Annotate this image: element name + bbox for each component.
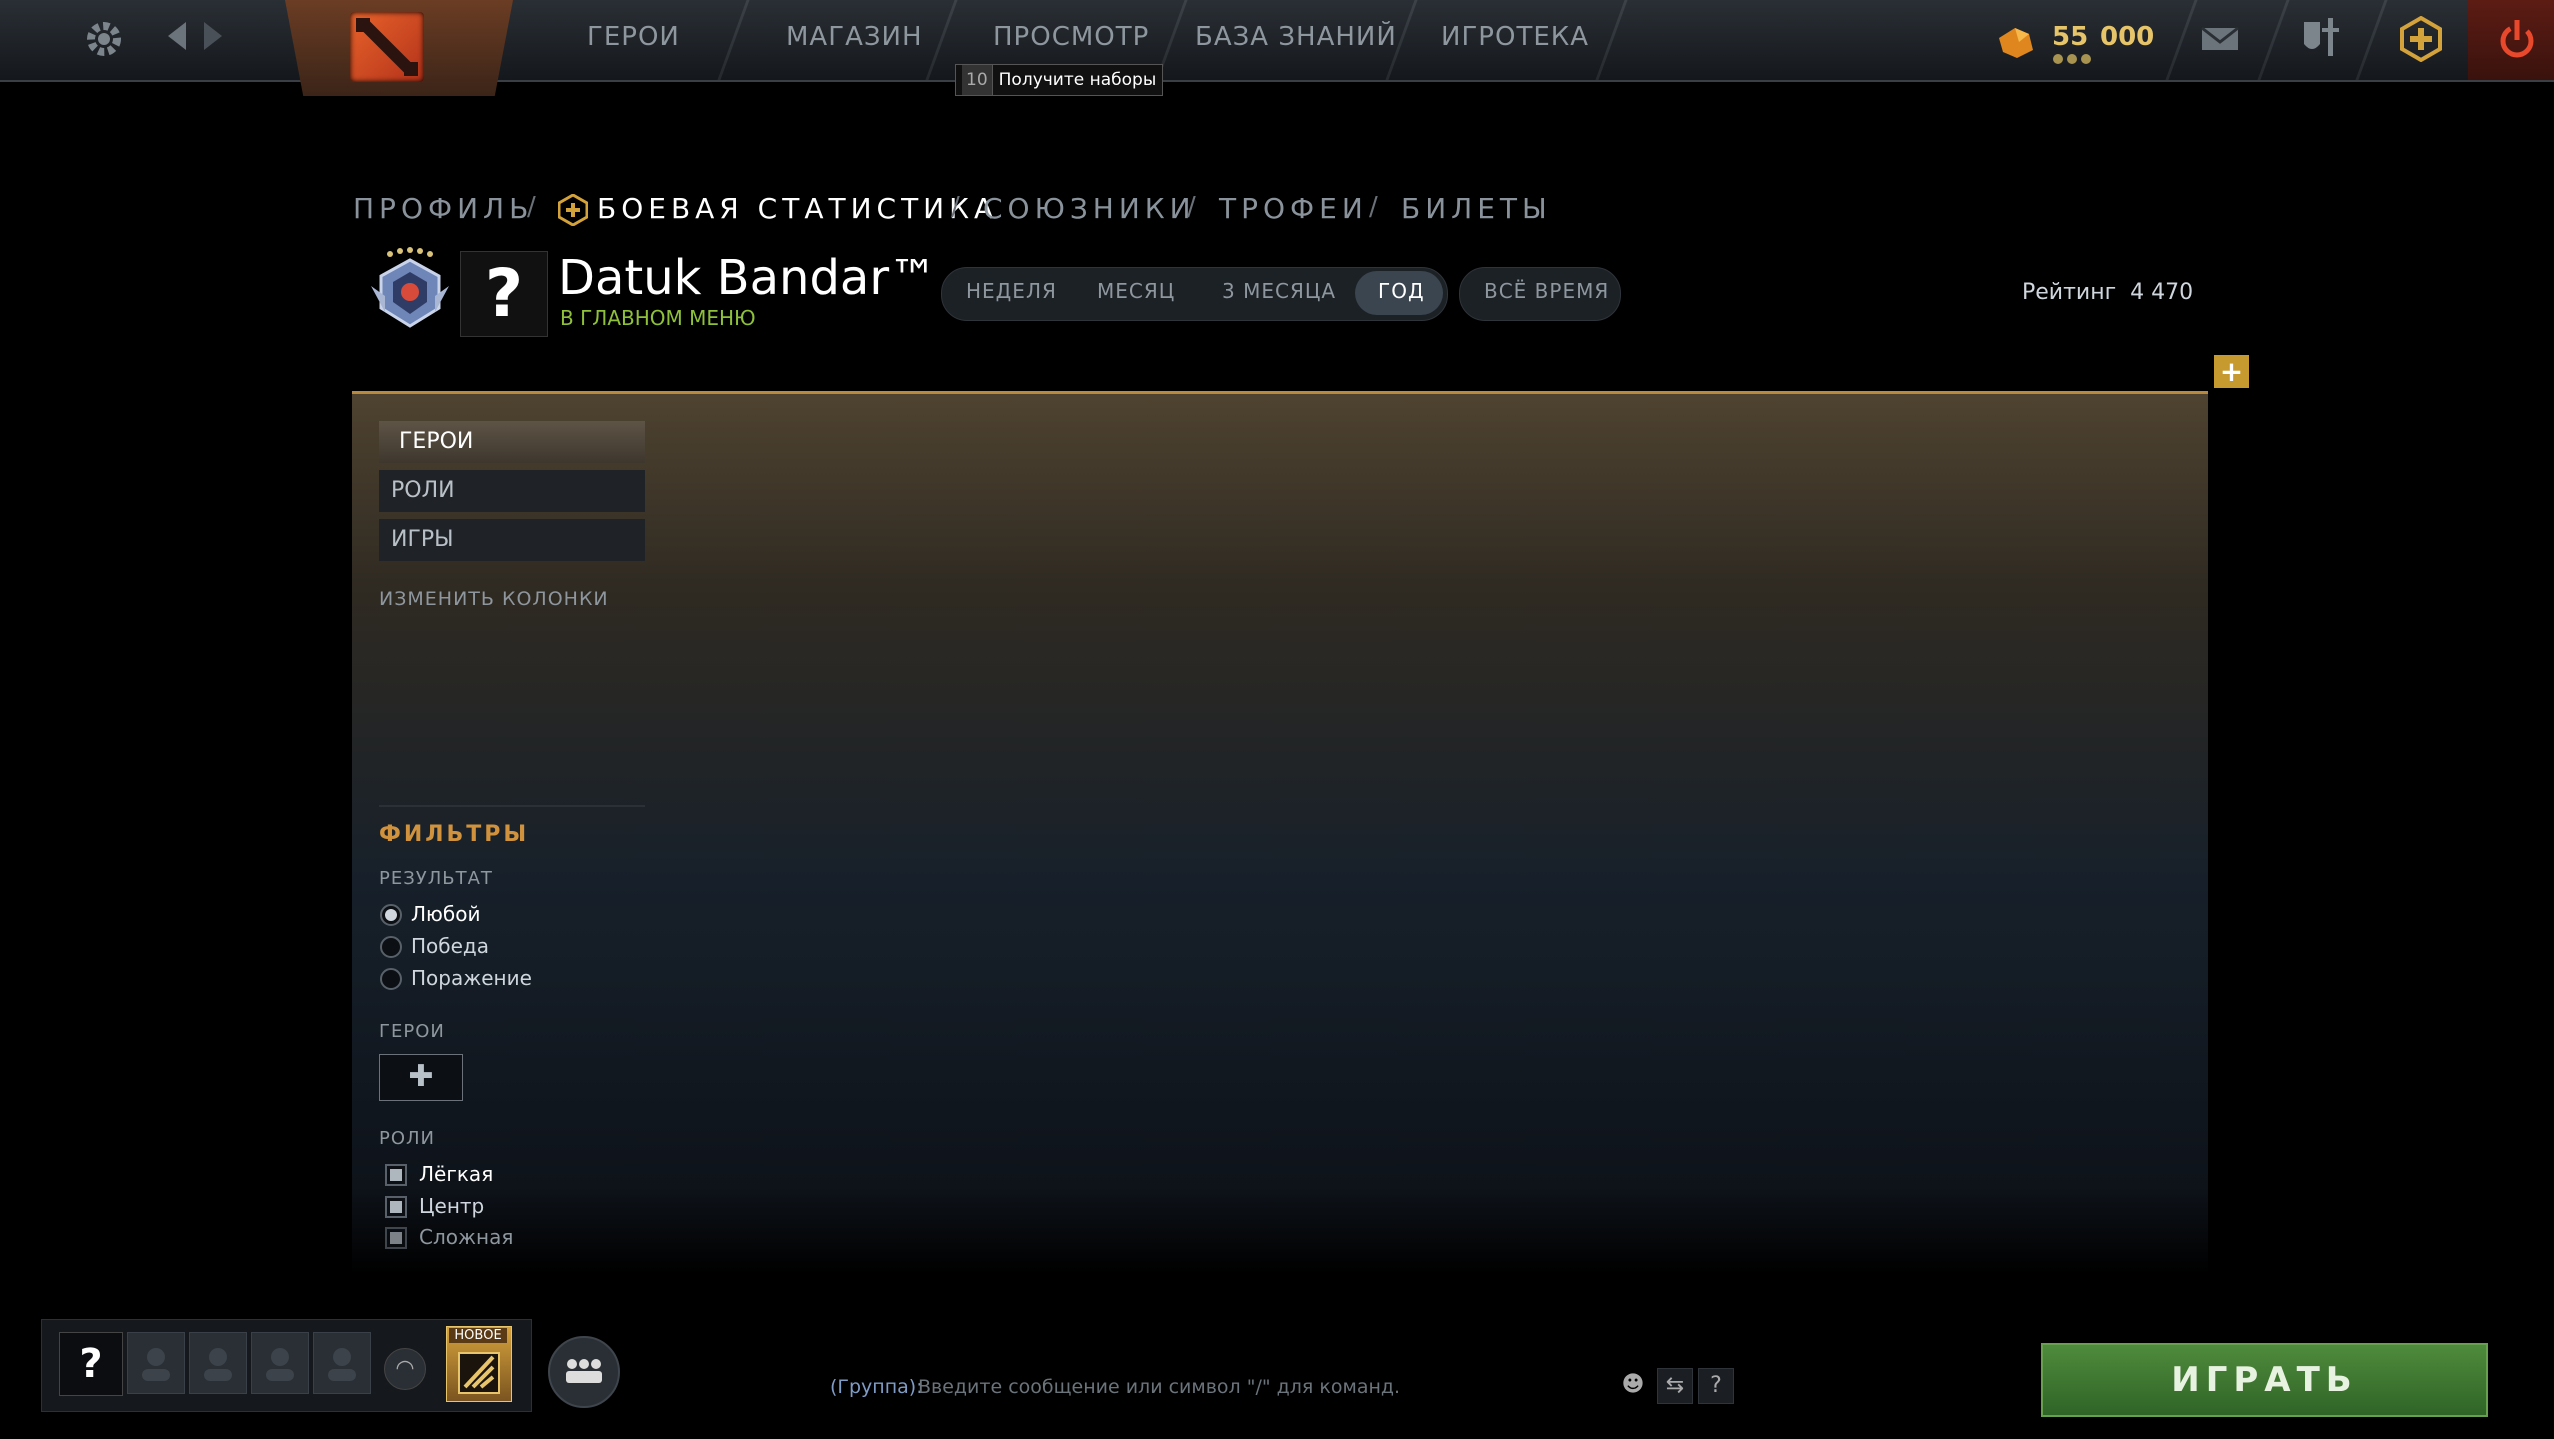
nav-learn[interactable]: БАЗА ЗНАНИЙ [1195, 22, 1397, 52]
add-hero-button[interactable]: ✚ [379, 1054, 463, 1101]
gear-icon[interactable] [84, 19, 124, 59]
mail-icon[interactable] [2200, 24, 2240, 54]
radio-any-label[interactable]: Любой [411, 902, 480, 926]
back-arrow-icon[interactable] [168, 22, 186, 50]
sidebar-item-games[interactable]: ИГРЫ [379, 519, 645, 561]
rank-medal-icon [365, 246, 455, 336]
filters-title: ФИЛЬТРЫ [379, 822, 530, 847]
sidebar-item-heroes[interactable]: ГЕРОИ [379, 421, 645, 463]
nav-heroes[interactable]: ГЕРОИ [587, 22, 680, 52]
sidebar-item-roles[interactable]: РОЛИ [379, 470, 645, 512]
party-slot-self[interactable]: ? [59, 1332, 123, 1396]
tab-3-months[interactable]: 3 МЕСЯЦА [1222, 279, 1336, 303]
dota-logo-icon[interactable] [350, 12, 424, 82]
power-icon [2500, 20, 2534, 58]
forward-arrow-icon[interactable] [204, 22, 222, 50]
coin-dots-icon [2052, 50, 2092, 64]
tab-month[interactable]: МЕСЯЦ [1097, 279, 1175, 303]
radio-loss[interactable] [380, 968, 402, 990]
expand-plus-button[interactable]: + [2214, 355, 2249, 388]
rating-label: Рейтинг [2022, 280, 2117, 305]
radio-loss-label[interactable]: Поражение [411, 966, 532, 990]
radio-win-label[interactable]: Победа [411, 934, 489, 958]
checkbox-safe-lane[interactable] [385, 1164, 407, 1186]
nav-watch[interactable]: ПРОСМОТР [993, 22, 1149, 52]
dota-plus-icon[interactable] [2400, 15, 2442, 63]
crumb-tickets[interactable]: БИЛЕТЫ [1401, 192, 1552, 225]
checkbox-safe-lane-label[interactable]: Лёгкая [419, 1162, 493, 1186]
avatar[interactable]: ? [460, 251, 548, 337]
roles-filter-label: РОЛИ [379, 1128, 436, 1149]
headset-icon[interactable]: ◠ [384, 1348, 426, 1390]
crumb-battle-stats[interactable]: БОЕВАЯ СТАТИСТИКА [597, 192, 998, 225]
divider [379, 805, 645, 807]
chat-channel-label[interactable]: (Группа): [830, 1376, 923, 1398]
user-silhouette-icon [328, 1348, 356, 1381]
chat-input[interactable]: Введите сообщение или символ "/" для ком… [918, 1376, 1400, 1398]
emoji-icon[interactable]: ☻ [1616, 1368, 1650, 1402]
user-silhouette-icon [142, 1348, 170, 1381]
tooltip-text: Получите наборы [998, 70, 1157, 90]
crumb-allies[interactable]: СОЮЗНИКИ [983, 192, 1196, 225]
rating-value: 4 470 [2130, 280, 2194, 305]
tab-all-time[interactable]: ВСЁ ВРЕМЯ [1484, 279, 1609, 303]
chat-wheel-icon[interactable]: ⇆ [1657, 1368, 1693, 1404]
checkbox-mid-lane[interactable] [385, 1196, 407, 1218]
crumb-separator: / [1369, 192, 1378, 222]
heroes-filter-label: ГЕРОИ [379, 1021, 445, 1042]
new-label: НОВОЕ [449, 1328, 507, 1343]
checkbox-mid-lane-label[interactable]: Центр [419, 1194, 484, 1218]
currency-sub: 000 [2100, 22, 2155, 52]
radio-any[interactable] [380, 904, 402, 926]
chat-help-icon[interactable]: ? [1698, 1368, 1734, 1404]
party-slot-empty[interactable] [251, 1332, 309, 1394]
nav-store[interactable]: МАГАЗИН [786, 22, 923, 52]
store-tooltip: 10 Получите наборы [955, 64, 1164, 96]
power-button[interactable] [2468, 0, 2554, 80]
dota-plus-small-icon [557, 193, 589, 227]
party-slot-empty[interactable] [313, 1332, 371, 1394]
tab-year[interactable]: ГОД [1378, 279, 1425, 303]
crumb-separator: / [527, 192, 536, 222]
crumb-separator: / [1187, 192, 1196, 222]
checkbox-off-lane-label[interactable]: Сложная [419, 1225, 513, 1249]
player-name: Datuk Bandar™ [558, 250, 938, 306]
nav-arcade[interactable]: ИГРОТЕКА [1441, 22, 1589, 52]
rating: Рейтинг 4 470 [2022, 280, 2193, 305]
play-button[interactable]: ИГРАТЬ [2041, 1343, 2488, 1417]
shards-icon[interactable] [1995, 24, 2037, 62]
plus-icon: ✚ [408, 1059, 434, 1094]
user-silhouette-icon [204, 1348, 232, 1381]
tab-week[interactable]: НЕДЕЛЯ [966, 279, 1057, 303]
group-icon [566, 1359, 602, 1383]
tooltip-count: 10 [962, 65, 993, 95]
find-group-button[interactable] [548, 1336, 620, 1408]
crumb-trophies[interactable]: ТРОФЕИ [1219, 192, 1368, 225]
party-slot-empty[interactable] [127, 1332, 185, 1394]
checkbox-off-lane[interactable] [385, 1227, 407, 1249]
user-silhouette-icon [266, 1348, 294, 1381]
player-status: В ГЛАВНОМ МЕНЮ [560, 306, 756, 330]
edit-columns-link[interactable]: ИЗМЕНИТЬ КОЛОНКИ [379, 588, 609, 610]
radio-win[interactable] [380, 936, 402, 958]
crumb-separator: / [951, 192, 960, 222]
party-slot-empty[interactable] [189, 1332, 247, 1394]
result-label: РЕЗУЛЬТАТ [379, 868, 493, 889]
armory-icon[interactable] [2300, 16, 2342, 60]
crumb-profile[interactable]: ПРОФИЛЬ [353, 192, 533, 225]
currency-main: 55 [2052, 22, 2089, 52]
